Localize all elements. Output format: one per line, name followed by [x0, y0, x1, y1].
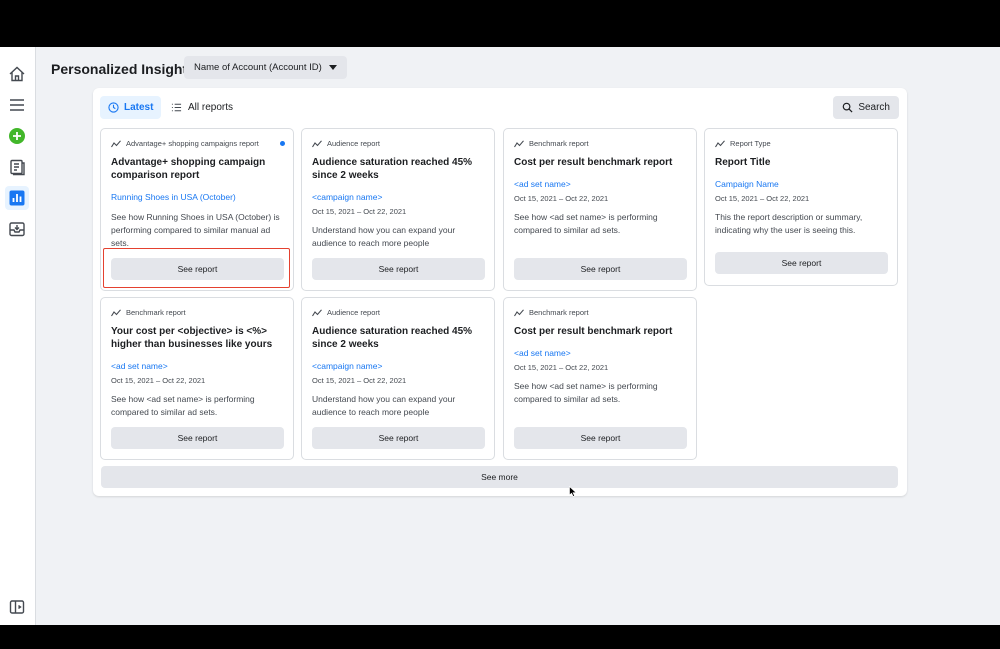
trend-icon [715, 139, 725, 147]
left-sidebar [0, 47, 36, 625]
report-description: This the report description or summary, … [715, 212, 863, 235]
trend-icon [111, 308, 121, 316]
report-description: See how <ad set name> is performing comp… [514, 212, 658, 235]
report-type-label: Benchmark report [529, 308, 589, 317]
create-plus-icon[interactable] [5, 124, 29, 148]
report-type: Audience report [312, 139, 380, 148]
see-more-button[interactable]: See more [101, 466, 898, 488]
account-dropdown-label: Name of Account (Account ID) [194, 62, 322, 73]
report-description: See how Running Shoes in USA (October) i… [111, 212, 280, 248]
insights-chart-icon[interactable] [5, 186, 29, 210]
report-subject-link[interactable]: <ad set name> [514, 348, 571, 359]
tab-all-reports-label: All reports [188, 102, 234, 113]
report-subject-link[interactable]: Running Shoes in USA (October) [111, 192, 236, 203]
see-report-button[interactable]: See report [111, 258, 284, 280]
see-report-button[interactable]: See report [111, 427, 284, 449]
report-subject-link[interactable]: <ad set name> [514, 179, 571, 190]
report-type-label: Benchmark report [126, 308, 186, 317]
report-subject-link[interactable]: <campaign name> [312, 192, 382, 203]
report-type: Audience report [312, 308, 380, 317]
report-date-range: Oct 15, 2021 – Oct 22, 2021 [312, 376, 407, 385]
report-type: Benchmark report [111, 308, 186, 317]
unread-dot-icon [280, 141, 285, 146]
report-card: Benchmark report Cost per result benchma… [503, 128, 697, 291]
report-title: Advantage+ shopping campaign comparison … [111, 157, 266, 181]
tab-latest-label: Latest [124, 102, 154, 113]
report-date-range: Oct 15, 2021 – Oct 22, 2021 [514, 194, 609, 203]
report-card: Advantage+ shopping campaigns report Adv… [100, 128, 294, 291]
report-title: Audience saturation reached 45% since 2 … [312, 326, 473, 350]
report-date-range: Oct 15, 2021 – Oct 22, 2021 [111, 376, 206, 385]
search-icon [843, 102, 853, 113]
search-button[interactable]: Search [833, 96, 899, 119]
menu-icon[interactable] [5, 93, 29, 117]
report-date-range: Oct 15, 2021 – Oct 22, 2021 [312, 207, 407, 216]
report-type-label: Audience report [327, 139, 380, 148]
report-title: Your cost per <objective> is <%> higher … [111, 326, 273, 350]
trend-icon [312, 139, 322, 147]
report-type: Report Type [715, 139, 771, 148]
report-type: Benchmark report [514, 308, 589, 317]
tab-all-reports[interactable]: All reports [165, 96, 239, 119]
report-subject-link[interactable]: <campaign name> [312, 361, 382, 372]
report-card: Audience report Audience saturation reac… [301, 128, 495, 291]
list-icon [171, 103, 182, 112]
report-title: Cost per result benchmark report [514, 326, 673, 337]
report-title: Audience saturation reached 45% since 2 … [312, 157, 473, 181]
trend-icon [514, 308, 524, 316]
report-date-range: Oct 15, 2021 – Oct 22, 2021 [514, 363, 609, 372]
report-subject-link[interactable]: Campaign Name [715, 179, 779, 190]
report-type: Advantage+ shopping campaigns report [111, 139, 259, 148]
report-type-label: Benchmark report [529, 139, 589, 148]
see-report-button[interactable]: See report [312, 427, 485, 449]
reports-panel: Latest All reports Search Advantage+ sho… [93, 88, 907, 496]
download-tray-icon[interactable] [5, 217, 29, 241]
caret-down-icon [328, 65, 337, 70]
collapse-panel-icon[interactable] [5, 595, 29, 619]
trend-icon [111, 139, 121, 147]
trend-icon [312, 308, 322, 316]
see-report-button[interactable]: See report [514, 427, 687, 449]
report-type-label: Report Type [730, 139, 771, 148]
mouse-cursor-icon [569, 486, 577, 497]
report-type: Benchmark report [514, 139, 589, 148]
report-card: Report Type Report Title Campaign Name O… [704, 128, 898, 286]
report-subject-link[interactable]: <ad set name> [111, 361, 168, 372]
tab-latest[interactable]: Latest [100, 96, 162, 119]
see-report-button[interactable]: See report [514, 258, 687, 280]
report-title: Report Title [715, 157, 771, 168]
see-report-button[interactable]: See report [715, 252, 888, 274]
trend-icon [514, 139, 524, 147]
report-card: Audience report Audience saturation reac… [301, 297, 495, 460]
pages-icon[interactable] [5, 155, 29, 179]
report-card: Benchmark report Your cost per <objectiv… [100, 297, 294, 460]
see-report-button[interactable]: See report [312, 258, 485, 280]
account-dropdown[interactable]: Name of Account (Account ID) [184, 56, 347, 79]
report-card: Benchmark report Cost per result benchma… [503, 297, 697, 460]
clock-icon [108, 102, 119, 113]
report-title: Cost per result benchmark report [514, 157, 673, 168]
report-description: See how <ad set name> is performing comp… [514, 381, 658, 404]
search-label: Search [858, 102, 890, 113]
report-type-label: Audience report [327, 308, 380, 317]
page-title: Personalized Insights [51, 61, 195, 77]
report-date-range: Oct 15, 2021 – Oct 22, 2021 [715, 194, 810, 203]
report-type-label: Advantage+ shopping campaigns report [126, 139, 259, 148]
home-icon[interactable] [5, 62, 29, 86]
app-screen: Personalized Insights Name of Account (A… [0, 47, 1000, 625]
